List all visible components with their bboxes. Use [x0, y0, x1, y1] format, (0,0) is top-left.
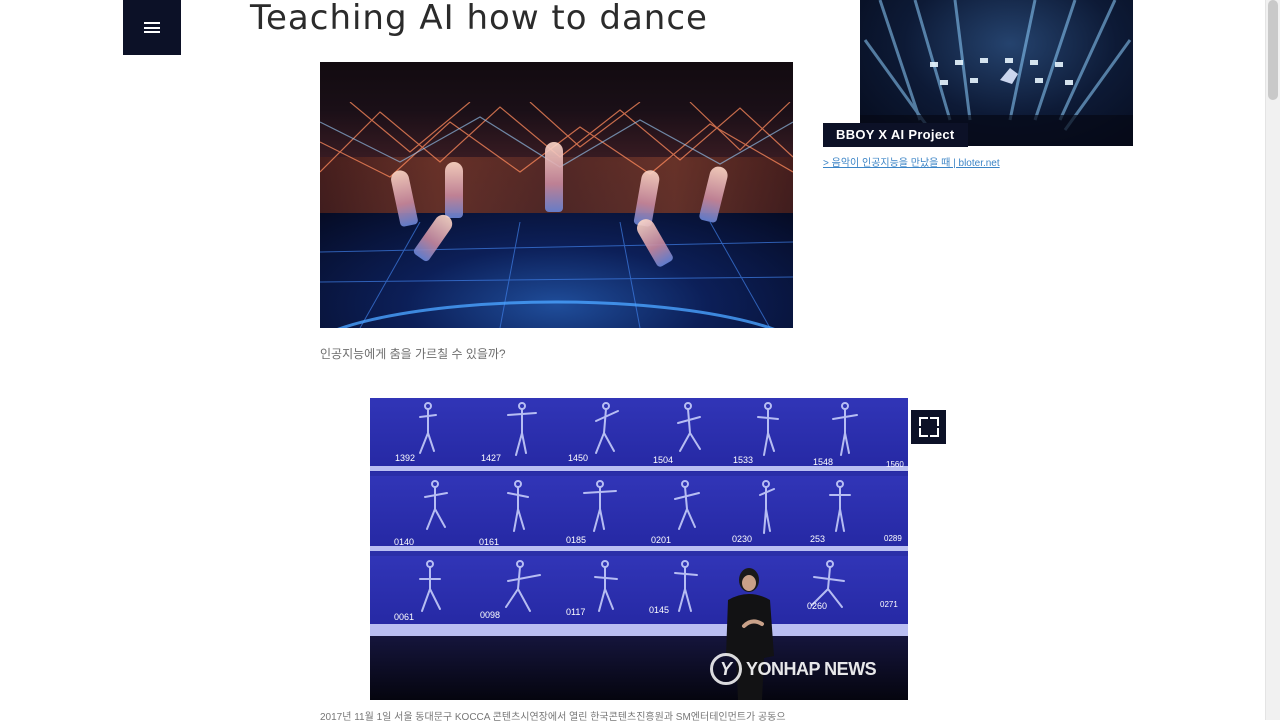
frame-number: 1560: [886, 460, 904, 469]
skeleton-figures: [419, 402, 858, 612]
frame-number: 0145: [649, 605, 670, 615]
menu-button[interactable]: [123, 0, 181, 55]
watermark-text: YONHAP NEWS: [746, 658, 877, 679]
floor-grid: [320, 222, 793, 328]
yonhap-watermark: Y YONHAP NEWS: [710, 653, 877, 685]
frame-number: 1548: [813, 457, 834, 467]
frame-number: 1450: [568, 453, 589, 463]
frame-number: 0140: [394, 537, 415, 547]
dancer-figure: [445, 162, 463, 218]
frame-number: 1533: [733, 455, 754, 465]
motion-capture-image[interactable]: 1392 1427 1450 1504 1533 1548 1560 0140 …: [370, 398, 908, 700]
dancer-figure: [545, 142, 563, 212]
frame-number: 0098: [480, 610, 501, 620]
page-title: Teaching AI how to dance: [250, 0, 708, 38]
yonhap-logo-icon: Y: [710, 653, 742, 685]
frame-number: 0185: [566, 535, 587, 545]
scrollbar-thumb[interactable]: [1268, 0, 1278, 100]
frame-number: 0061: [394, 612, 415, 622]
frame-number: 1504: [653, 455, 674, 465]
frame-number: 0289: [884, 534, 902, 543]
frame-number: 1392: [395, 453, 416, 463]
frame-number: 0201: [651, 535, 672, 545]
expand-icon: [918, 417, 939, 437]
dance-stage-image: [320, 62, 793, 328]
frame-number: 0230: [732, 534, 753, 544]
expand-image-button[interactable]: [911, 410, 946, 444]
frame-number: 1427: [481, 453, 502, 463]
frame-number: 0161: [479, 537, 500, 547]
bloter-article-link[interactable]: > 음악이 인공지능을 만났을 때 | bloter.net: [823, 154, 1000, 169]
page-scrollbar[interactable]: [1265, 0, 1280, 720]
frame-number: 0271: [880, 600, 898, 609]
motion-image-caption: 2017년 11월 1일 서울 동대문구 KOCCA 콘텐츠시연장에서 열린 한…: [320, 712, 786, 723]
frame-number: 0260: [807, 601, 828, 611]
frame-number: 0117: [566, 607, 586, 617]
main-image-caption: 인공지능에게 춤을 가르칠 수 있을까?: [320, 347, 506, 361]
hamburger-menu-icon: [144, 22, 160, 33]
project-label: BBOY X AI Project: [823, 123, 968, 147]
frame-number: 253: [810, 534, 826, 544]
